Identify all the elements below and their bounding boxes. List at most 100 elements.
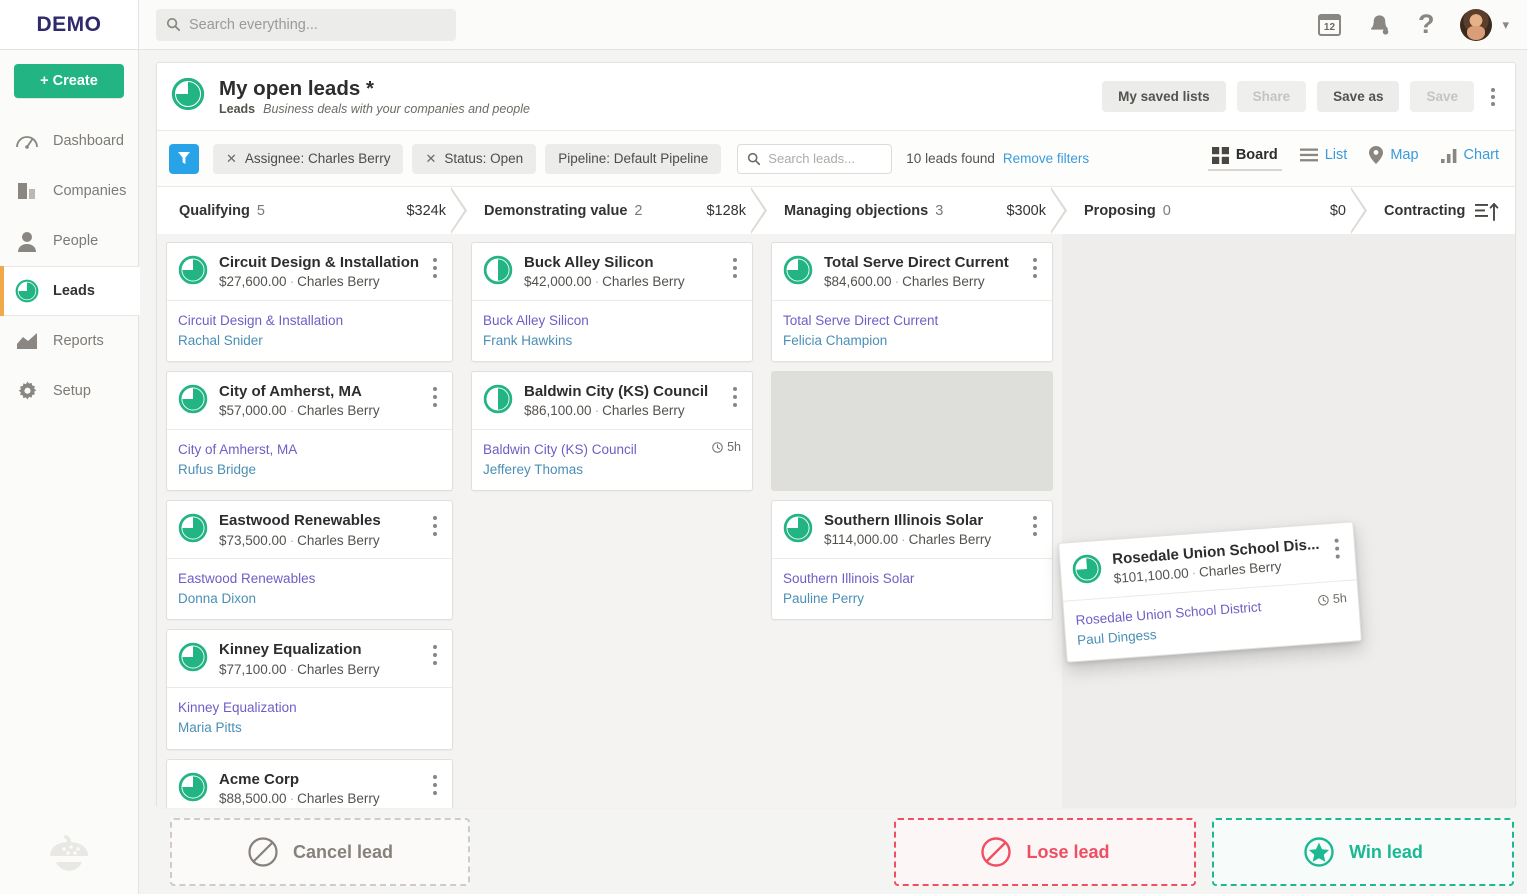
lead-card-menu-icon[interactable] xyxy=(425,641,443,669)
sidebar-item-dashboard[interactable]: Dashboard xyxy=(0,116,138,166)
lead-card[interactable]: Eastwood Renewables $73,500.00·Charles B… xyxy=(166,500,453,620)
share-button: Share xyxy=(1237,81,1307,112)
person-link[interactable]: Frank Hawkins xyxy=(483,331,741,351)
bell-icon[interactable] xyxy=(1367,13,1392,37)
panel-more-menu-icon[interactable] xyxy=(1485,84,1501,110)
help-icon[interactable]: ? xyxy=(1418,11,1435,38)
company-link[interactable]: Circuit Design & Installation xyxy=(178,311,441,331)
lead-card[interactable]: Circuit Design & Installation $27,600.00… xyxy=(166,242,453,362)
company-link[interactable]: Southern Illinois Solar xyxy=(783,569,1041,589)
close-icon[interactable]: ✕ xyxy=(226,151,237,167)
lead-title: Baldwin City (KS) Council xyxy=(524,383,708,400)
view-tab-list[interactable]: List xyxy=(1300,147,1348,170)
lose-lead-dropzone[interactable]: Lose lead xyxy=(894,818,1196,886)
lead-card[interactable]: Kinney Equalization $77,100.00·Charles B… xyxy=(166,629,453,749)
lead-title: Total Serve Direct Current xyxy=(824,254,1009,271)
lead-card-menu-icon[interactable] xyxy=(425,512,443,540)
filter-chip-pipeline[interactable]: Pipeline: Default Pipeline xyxy=(545,144,721,174)
lead-card[interactable]: Baldwin City (KS) Council $86,100.00·Cha… xyxy=(471,371,753,491)
lead-card[interactable]: Buck Alley Silicon $42,000.00·Charles Be… xyxy=(471,242,753,362)
column-managing-objections[interactable]: Total Serve Direct Current $84,600.00·Ch… xyxy=(762,234,1062,808)
lead-card-menu-icon[interactable] xyxy=(1025,254,1043,282)
sidebar-item-leads[interactable]: Leads xyxy=(0,266,140,316)
view-tab-map[interactable]: Map xyxy=(1369,146,1418,171)
column-header-contracting[interactable]: Contracting xyxy=(1362,187,1515,234)
lead-card[interactable]: City of Amherst, MA $57,000.00·Charles B… xyxy=(166,371,453,491)
column-header-proposing[interactable]: Proposing 0 $0 xyxy=(1062,187,1362,234)
calendar-badge: 12 xyxy=(1324,23,1335,33)
lead-title: Acme Corp xyxy=(219,771,380,788)
lead-search-input[interactable]: Search leads... xyxy=(737,144,892,174)
column-qualifying[interactable]: Circuit Design & Installation $27,600.00… xyxy=(157,234,462,808)
company-link[interactable]: Kinney Equalization xyxy=(178,698,441,718)
company-link[interactable]: City of Amherst, MA xyxy=(178,440,441,460)
lead-card-menu-icon[interactable] xyxy=(425,771,443,799)
person-link[interactable]: Donna Dixon xyxy=(178,589,441,609)
close-icon[interactable]: ✕ xyxy=(425,151,436,167)
person-link[interactable]: Felicia Champion xyxy=(783,331,1041,351)
lead-card-menu-icon[interactable] xyxy=(725,254,743,282)
company-link[interactable]: Buck Alley Silicon xyxy=(483,311,741,331)
lead-amount: $73,500.00 xyxy=(219,533,287,548)
column-contracting[interactable] xyxy=(1362,234,1515,808)
global-search-input[interactable]: Search everything... xyxy=(156,9,456,41)
avatar[interactable] xyxy=(1460,9,1492,41)
lead-card-menu-icon[interactable] xyxy=(425,254,443,282)
chart-area-icon xyxy=(14,328,40,354)
lead-owner: Charles Berry xyxy=(1199,559,1282,580)
dragged-lead-card[interactable]: Rosedale Union School Dis... $101,100.00… xyxy=(1058,521,1362,662)
app-logo[interactable]: DEMO xyxy=(0,0,139,49)
filter-chip-assignee[interactable]: ✕ Assignee: Charles Berry xyxy=(213,144,403,174)
column-amount: $324k xyxy=(406,203,446,219)
company-link[interactable]: Baldwin City (KS) Council xyxy=(483,440,741,460)
column-header-demonstrating-value[interactable]: Demonstrating value 2 $128k xyxy=(462,187,762,234)
calendar-icon[interactable]: 12 xyxy=(1318,14,1341,36)
sidebar-item-companies[interactable]: Companies xyxy=(0,166,138,216)
view-tab-label: Chart xyxy=(1464,147,1499,163)
company-link[interactable]: Eastwood Renewables xyxy=(178,569,441,589)
person-link[interactable]: Pauline Perry xyxy=(783,589,1041,609)
column-demonstrating-value[interactable]: Buck Alley Silicon $42,000.00·Charles Be… xyxy=(462,234,762,808)
person-link[interactable]: Rachal Snider xyxy=(178,331,441,351)
view-tab-chart[interactable]: Chart xyxy=(1441,147,1499,170)
column-chevron-icon xyxy=(1051,187,1073,234)
chevron-down-icon[interactable]: ▾ xyxy=(1502,17,1509,33)
column-header-qualifying[interactable]: Qualifying 5 $324k xyxy=(157,187,462,234)
lead-amount: $77,100.00 xyxy=(219,662,287,677)
lead-card-menu-icon[interactable] xyxy=(1326,534,1346,563)
stage-pie-icon xyxy=(178,642,208,677)
sidebar-item-people[interactable]: People xyxy=(0,216,138,266)
lead-owner: Charles Berry xyxy=(297,274,380,289)
view-tab-board[interactable]: Board xyxy=(1212,147,1278,171)
win-lead-dropzone[interactable]: Win lead xyxy=(1212,818,1514,886)
filter-funnel-icon[interactable] xyxy=(169,144,199,174)
lead-card[interactable]: Acme Corp $88,500.00·Charles Berry xyxy=(166,759,453,809)
lose-lead-label: Lose lead xyxy=(1026,842,1109,863)
person-link[interactable]: Rufus Bridge xyxy=(178,460,441,480)
my-saved-lists-button[interactable]: My saved lists xyxy=(1102,81,1226,112)
sidebar-item-label: Dashboard xyxy=(53,133,124,149)
sort-icon[interactable] xyxy=(1475,201,1509,221)
person-link[interactable]: Maria Pitts xyxy=(178,718,441,738)
filter-chip-status[interactable]: ✕ Status: Open xyxy=(412,144,536,174)
company-link[interactable]: Total Serve Direct Current xyxy=(783,311,1041,331)
sidebar-item-setup[interactable]: Setup xyxy=(0,366,138,416)
time-badge-label: 5h xyxy=(727,440,741,454)
person-link[interactable]: Jefferey Thomas xyxy=(483,460,741,480)
lead-card[interactable]: Total Serve Direct Current $84,600.00·Ch… xyxy=(771,242,1053,362)
column-header-managing-objections[interactable]: Managing objections 3 $300k xyxy=(762,187,1062,234)
sidebar-item-reports[interactable]: Reports xyxy=(0,316,138,366)
cancel-lead-dropzone[interactable]: Cancel lead xyxy=(170,818,470,886)
save-as-button[interactable]: Save as xyxy=(1317,81,1399,112)
column-amount: $128k xyxy=(706,203,746,219)
lead-card-menu-icon[interactable] xyxy=(725,383,743,411)
lead-card-menu-icon[interactable] xyxy=(425,383,443,411)
lead-card-menu-icon[interactable] xyxy=(1025,512,1043,540)
column-proposing[interactable] xyxy=(1062,234,1362,808)
acorn-watermark-logo xyxy=(44,834,98,884)
remove-filters-link[interactable]: Remove filters xyxy=(1003,151,1089,166)
lead-card[interactable]: Southern Illinois Solar $114,000.00·Char… xyxy=(771,500,1053,620)
view-tab-label: List xyxy=(1325,147,1348,163)
filter-chip-label: Pipeline: Default Pipeline xyxy=(558,151,708,166)
create-button[interactable]: + Create xyxy=(14,64,124,98)
